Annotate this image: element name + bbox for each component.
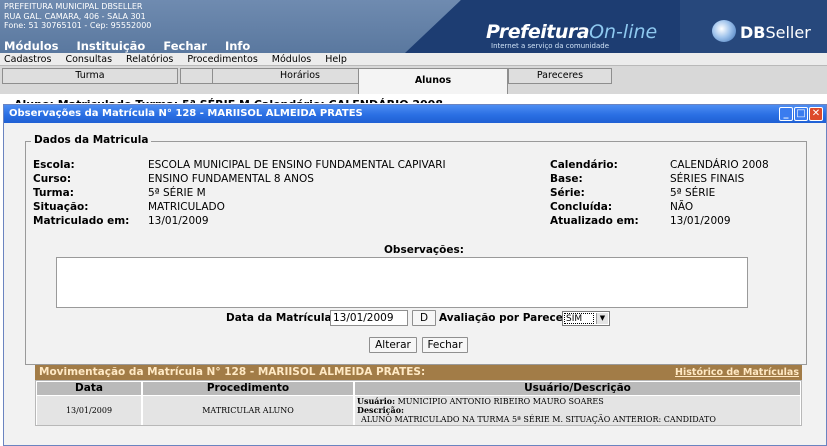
column-header-procedimento: Procedimento: [143, 382, 353, 395]
org-phone: Fone: 51 30765101 - Cep: 95552000: [4, 21, 152, 30]
atualizado-em-label: Atualizado em:: [550, 215, 639, 227]
usuario-value: MUNICIPIO ANTONIO RIBEIRO MAURO SOARES: [397, 397, 604, 406]
tab-alunos[interactable]: Alunos: [358, 68, 508, 94]
dialog-title-bar[interactable]: Observações da Matrícula N° 128 - MARIIS…: [4, 105, 826, 123]
menu-help[interactable]: Help: [325, 54, 347, 65]
menu-procedimentos[interactable]: Procedimentos: [187, 54, 257, 65]
curso-value: ENSINO FUNDAMENTAL 8 ANOS: [148, 173, 314, 185]
date-picker-button[interactable]: D: [412, 310, 436, 326]
avaliacao-parecer-label: Avaliação por Parecer:: [439, 312, 573, 324]
brand-tagline: Internet a serviço da comunidade: [491, 42, 610, 50]
background-page-text: Aluno: Matriculado Turma: 5ª SÉRIE M Cal…: [14, 97, 443, 103]
situacao-label: Situação:: [33, 201, 89, 213]
historico-matriculas-link[interactable]: Histórico de Matrículas: [675, 367, 799, 378]
dbseller-rest: Seller: [765, 23, 811, 42]
base-label: Base:: [550, 173, 583, 185]
maximize-icon[interactable]: □: [794, 107, 808, 121]
movimentacao-title: Movimentação da Matrícula N° 128 - MARII…: [39, 366, 426, 378]
escola-value: ESCOLA MUNICIPAL DE ENSINO FUNDAMENTAL C…: [148, 159, 446, 171]
tab-strip: Turma Disciplinas Horários Alunos Parece…: [0, 66, 827, 94]
concluida-value: NÃO: [670, 201, 694, 213]
row-data: 13/01/2009: [65, 406, 113, 415]
data-matricula-label: Data da Matrícula:: [226, 312, 336, 324]
serie-value: 5ª SÉRIE: [670, 187, 716, 199]
calendario-value: CALENDÁRIO 2008: [670, 159, 769, 171]
top-menu-fechar[interactable]: Fechar: [163, 39, 207, 53]
table-row-usuario: Usuário: MUNICIPIO ANTONIO RIBEIRO MAURO…: [355, 396, 800, 425]
matriculado-em-value: 13/01/2009: [148, 215, 209, 227]
descricao-label-line: Descrição:: [357, 406, 404, 415]
turma-label: Turma:: [33, 187, 74, 199]
observacoes-textarea[interactable]: [56, 257, 748, 308]
descricao-value: ALUNO MATRICULADO NA TURMA 5ª SÉRIE M. S…: [361, 415, 716, 424]
brand-accent: On-line: [589, 21, 658, 43]
dbseller-logo: DBSeller: [740, 23, 811, 42]
dbseller-swirl-icon: [712, 20, 736, 42]
menu-cadastros[interactable]: Cadastros: [4, 54, 51, 65]
dialog-title: Observações da Matrícula N° 128 - MARIIS…: [9, 108, 363, 119]
menu-bar: Cadastros Consultas Relatórios Procedime…: [0, 53, 827, 66]
atualizado-em-value: 13/01/2009: [670, 215, 731, 227]
menu-modulos[interactable]: Módulos: [272, 54, 311, 65]
alterar-button[interactable]: Alterar: [369, 337, 417, 353]
select-value: SIM: [564, 313, 594, 324]
column-header-usuario-descricao: Usuário/Descrição: [355, 382, 800, 395]
curso-label: Curso:: [33, 173, 72, 185]
menu-consultas[interactable]: Consultas: [65, 54, 112, 65]
movimentacao-table: Data Procedimento Usuário/Descrição 13/0…: [35, 380, 802, 426]
table-row: 13/01/2009: [37, 396, 141, 425]
menu-relatorios[interactable]: Relatórios: [126, 54, 173, 65]
calendario-label: Calendário:: [550, 159, 618, 171]
fechar-button[interactable]: Fechar: [422, 337, 468, 353]
top-menu-info[interactable]: Info: [225, 39, 250, 53]
turma-value: 5ª SÉRIE M: [148, 187, 206, 199]
row-procedimento: MATRICULAR ALUNO: [202, 406, 294, 415]
base-value: SÉRIES FINAIS: [670, 173, 745, 185]
fieldset-legend: Dados da Matricula: [31, 134, 152, 146]
chevron-down-icon[interactable]: ▼: [596, 313, 608, 324]
close-icon[interactable]: ✕: [809, 107, 823, 121]
situacao-value: MATRICULADO: [148, 201, 225, 213]
dbseller-bold: DB: [740, 23, 766, 42]
app-header: PREFEITURA MUNICIPAL DBSELLER RUA GAL. C…: [0, 0, 827, 53]
org-address: RUA GAL. CAMARA, 406 - SALA 301: [4, 11, 146, 21]
matriculado-em-label: Matriculado em:: [33, 215, 130, 227]
data-matricula-input[interactable]: 13/01/2009: [330, 310, 408, 326]
concluida-label: Concluída:: [550, 201, 613, 213]
org-name: PREFEITURA MUNICIPAL DBSELLER: [4, 2, 143, 11]
minimize-icon[interactable]: _: [779, 107, 793, 121]
top-menu: Módulos Instituição Fechar Info: [4, 39, 250, 53]
escola-label: Escola:: [33, 159, 75, 171]
observacoes-label: Observações:: [384, 244, 464, 256]
brand-main: Prefeitura: [486, 21, 590, 43]
descricao-label: Descrição:: [357, 405, 404, 415]
table-row-procedimento: MATRICULAR ALUNO: [143, 396, 353, 425]
column-header-data: Data: [37, 382, 141, 395]
avaliacao-parecer-select[interactable]: SIM ▼: [562, 311, 610, 326]
top-menu-instituicao[interactable]: Instituição: [76, 39, 145, 53]
movimentacao-header: Movimentação da Matrícula N° 128 - MARII…: [35, 365, 802, 380]
prefeitura-online-logo: PrefeituraOn-line: [486, 21, 657, 43]
tab-pareceres[interactable]: Pareceres: [508, 68, 612, 84]
observacoes-dialog: Observações da Matrícula N° 128 - MARIIS…: [3, 104, 827, 446]
organization-info: PREFEITURA MUNICIPAL DBSELLER RUA GAL. C…: [4, 2, 151, 31]
tab-turma[interactable]: Turma: [2, 68, 178, 84]
serie-label: Série:: [550, 187, 585, 199]
top-menu-modulos[interactable]: Módulos: [4, 39, 58, 53]
